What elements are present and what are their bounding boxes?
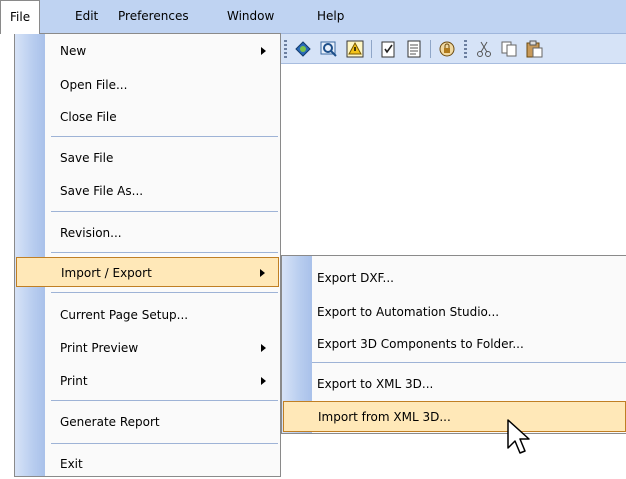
menu-separator <box>51 443 278 444</box>
menu-item-print-preview[interactable]: Print Preview <box>15 333 280 363</box>
menu-item-current-page-setup[interactable]: Current Page Setup... <box>15 300 280 330</box>
menu-item-label: Export 3D Components to Folder... <box>317 337 524 351</box>
menu-item-export-3d-components[interactable]: Export 3D Components to Folder... <box>282 329 626 359</box>
menu-item-save-file[interactable]: Save File <box>15 143 280 173</box>
document-icon[interactable] <box>404 39 424 59</box>
menu-item-export-dxf[interactable]: Export DXF... <box>282 263 626 293</box>
menu-separator <box>51 136 278 137</box>
checklist-icon[interactable] <box>378 39 398 59</box>
menu-item-label: Revision... <box>60 226 122 240</box>
menu-item-revision[interactable]: Revision... <box>15 218 280 248</box>
menu-item-export-xml-3d[interactable]: Export to XML 3D... <box>282 369 626 399</box>
menu-item-exit[interactable]: Exit <box>15 449 280 479</box>
menu-file[interactable]: File <box>0 0 41 34</box>
menu-item-save-file-as[interactable]: Save File As... <box>15 176 280 206</box>
menu-separator <box>51 292 278 293</box>
menu-separator <box>51 252 278 253</box>
menu-item-label: Open File... <box>60 78 128 92</box>
menu-item-label: Save File As... <box>60 184 144 198</box>
menu-item-label: Close File <box>60 110 117 124</box>
menu-window[interactable]: Window <box>218 0 283 33</box>
menu-edit[interactable]: Edit <box>66 0 107 33</box>
menu-item-label: Print Preview <box>60 341 139 355</box>
cut-icon[interactable] <box>474 39 494 59</box>
menu-preferences[interactable]: Preferences <box>109 0 198 33</box>
menu-help[interactable]: Help <box>308 0 353 33</box>
copy-icon[interactable] <box>499 39 519 59</box>
menu-item-label: Print <box>60 374 88 388</box>
menu-separator <box>51 400 278 401</box>
menu-item-label: Generate Report <box>60 415 160 429</box>
menu-item-label: Export to Automation Studio... <box>317 305 500 319</box>
submenu-arrow-icon <box>261 377 266 385</box>
file-menu: New Open File... Close File Save File Sa… <box>14 33 281 477</box>
warning-icon[interactable] <box>345 39 365 59</box>
submenu-arrow-icon <box>261 344 266 352</box>
menu-item-export-automation-studio[interactable]: Export to Automation Studio... <box>282 297 626 327</box>
menu-item-label: Import / Export <box>61 266 152 280</box>
toolbar <box>280 34 626 64</box>
menu-item-print[interactable]: Print <box>15 366 280 396</box>
menu-item-import-xml-3d[interactable]: Import from XML 3D... <box>283 401 626 432</box>
menu-item-label: Exit <box>60 457 83 471</box>
menu-item-generate-report[interactable]: Generate Report <box>15 407 280 437</box>
toolbar-separator <box>371 40 372 58</box>
submenu-arrow-icon <box>261 47 266 55</box>
menu-item-label: New <box>60 44 87 58</box>
toolbar-grip[interactable] <box>464 40 467 58</box>
menu-item-label: Save File <box>60 151 114 165</box>
menu-item-label: Current Page Setup... <box>60 308 189 322</box>
zoom-icon[interactable] <box>319 39 339 59</box>
shape-tool-icon[interactable] <box>293 39 313 59</box>
toolbar-separator <box>430 40 431 58</box>
menu-item-close-file[interactable]: Close File <box>15 102 280 132</box>
toolbar-grip[interactable] <box>284 40 287 58</box>
paste-icon[interactable] <box>524 39 544 59</box>
menu-separator <box>312 362 626 363</box>
menu-item-open-file[interactable]: Open File... <box>15 70 280 100</box>
lock-icon[interactable] <box>437 39 457 59</box>
menu-bar: File Edit Preferences Window Help <box>0 0 626 34</box>
menu-item-new[interactable]: New <box>15 36 280 66</box>
submenu-arrow-icon <box>260 269 265 277</box>
menu-separator <box>51 211 278 212</box>
menu-item-import-export[interactable]: Import / Export <box>16 257 279 287</box>
menu-item-label: Import from XML 3D... <box>318 410 451 424</box>
mouse-cursor-icon <box>507 419 530 454</box>
menu-item-label: Export DXF... <box>317 271 394 285</box>
menu-item-label: Export to XML 3D... <box>317 377 434 391</box>
import-export-submenu: Export DXF... Export to Automation Studi… <box>281 255 626 434</box>
